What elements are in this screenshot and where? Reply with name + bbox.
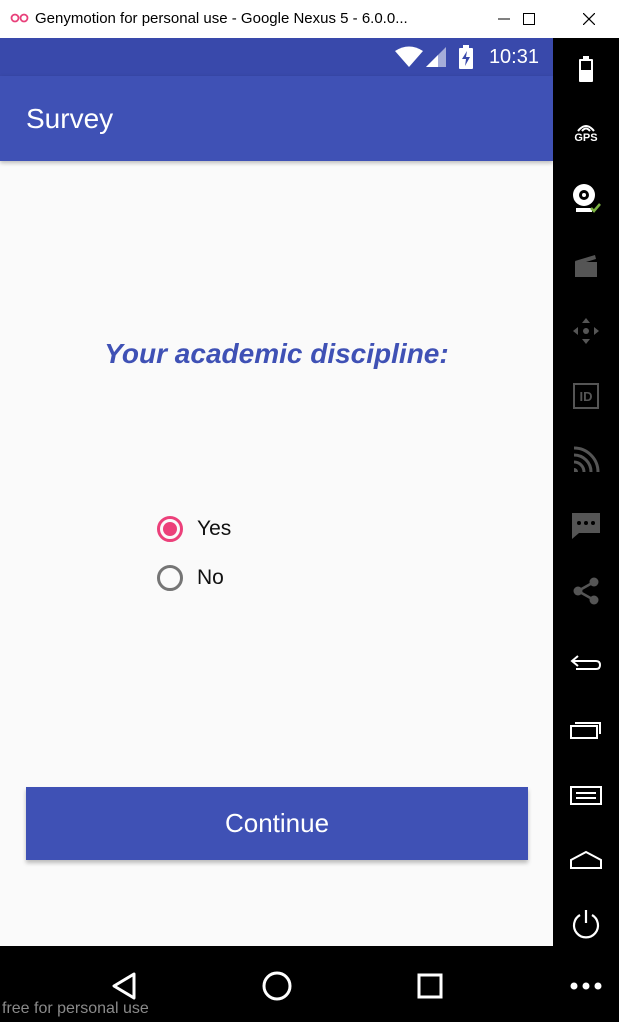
question-text: Your academic discipline: — [104, 338, 449, 369]
radio-button-unchecked[interactable] — [157, 565, 183, 591]
radio-label-no[interactable]: No — [197, 566, 224, 590]
radio-option-yes[interactable]: Yes — [157, 516, 231, 542]
capture-widget-button[interactable] — [566, 245, 606, 285]
signal-icon — [426, 47, 446, 67]
device-id-widget-button[interactable]: ID — [566, 376, 606, 416]
radio-dot — [163, 522, 177, 536]
power-widget-button[interactable] — [566, 904, 606, 944]
cast-icon — [573, 446, 600, 473]
move-arrows-icon — [573, 318, 599, 344]
window-title: Genymotion for personal use - Google Nex… — [35, 10, 408, 27]
battery-charging-icon — [459, 45, 473, 69]
status-time: 10:31 — [488, 46, 539, 68]
app-bar: Survey — [0, 76, 553, 161]
share-widget-button[interactable] — [566, 571, 606, 611]
watermark-text: free for personal use — [2, 1000, 149, 1017]
back-widget-button[interactable] — [566, 643, 606, 683]
status-bar: 10:31 — [0, 38, 553, 76]
menu-icon — [570, 786, 602, 805]
message-icon — [572, 513, 600, 539]
battery-icon — [579, 56, 593, 82]
home-circle-icon — [262, 971, 292, 1001]
wifi-icon — [395, 46, 423, 67]
genymotion-sidebar: GPS ID — [553, 38, 619, 946]
radio-button-checked[interactable] — [157, 516, 183, 542]
recent-apps-icon — [570, 722, 601, 739]
webcam-widget-button[interactable] — [566, 179, 606, 219]
sms-widget-button[interactable] — [566, 506, 606, 546]
genymotion-logo-icon — [10, 13, 29, 23]
radio-label-yes[interactable]: Yes — [197, 517, 231, 541]
gps-signal-icon — [577, 124, 595, 132]
webcam-icon — [573, 184, 601, 213]
more-options-button[interactable] — [566, 966, 606, 1006]
dpad-widget-button[interactable] — [566, 311, 606, 351]
app-title: Survey — [26, 103, 114, 134]
gps-widget-button[interactable]: GPS — [566, 113, 606, 153]
id-badge-icon: ID — [573, 383, 599, 409]
window-title-bar: Genymotion for personal use - Google Nex… — [0, 0, 619, 38]
battery-widget-button[interactable] — [566, 49, 606, 89]
continue-button[interactable]: Continue — [26, 787, 528, 860]
menu-widget-button[interactable] — [566, 775, 606, 815]
maximize-icon — [523, 13, 535, 25]
back-arrow-icon — [570, 655, 602, 670]
id-label: ID — [579, 388, 593, 404]
nav-home-button[interactable] — [257, 966, 297, 1006]
cast-widget-button[interactable] — [566, 440, 606, 480]
recent-apps-widget-button[interactable] — [566, 710, 606, 750]
power-icon — [572, 910, 600, 939]
share-icon — [573, 577, 599, 605]
close-button[interactable] — [566, 0, 612, 38]
recents-square-icon — [417, 973, 443, 999]
radio-option-no[interactable]: No — [157, 565, 224, 591]
home-icon — [570, 850, 602, 869]
android-screen: 10:31 Survey Your academic discipline: Y… — [0, 38, 553, 946]
close-icon — [583, 13, 595, 25]
home-widget-button[interactable] — [566, 840, 606, 880]
clapperboard-icon — [575, 255, 597, 277]
more-dots-icon — [570, 982, 602, 990]
gps-label: GPS — [574, 131, 598, 144]
maximize-button[interactable] — [506, 0, 552, 38]
nav-recents-button[interactable] — [410, 966, 450, 1006]
back-triangle-icon — [112, 972, 136, 1000]
